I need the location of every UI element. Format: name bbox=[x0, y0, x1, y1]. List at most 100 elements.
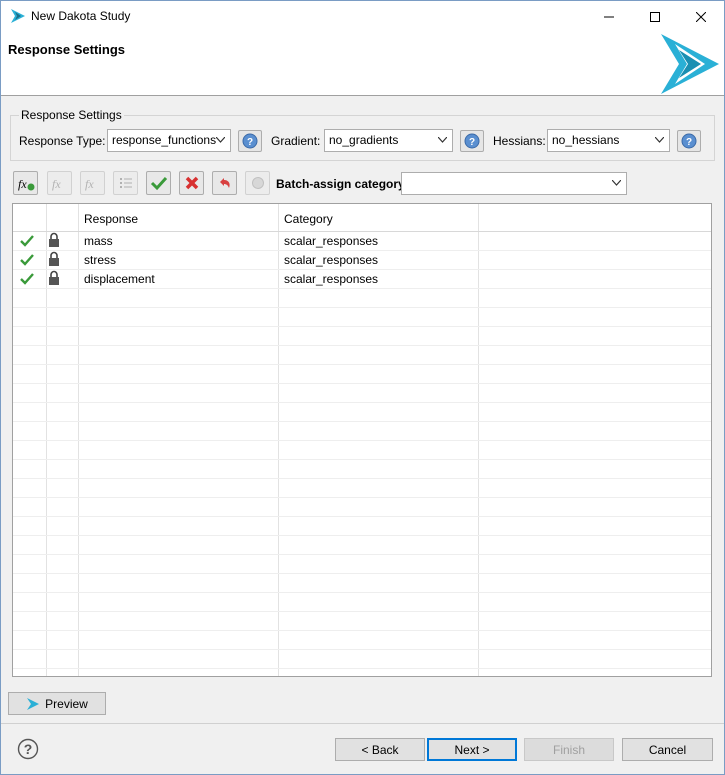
column-header-category[interactable]: Category bbox=[284, 212, 333, 226]
chevron-down-icon bbox=[655, 137, 664, 143]
checkmark-icon[interactable] bbox=[19, 272, 35, 286]
maximize-icon bbox=[650, 11, 660, 22]
svg-text:?: ? bbox=[686, 137, 692, 148]
response-name: mass bbox=[84, 234, 113, 248]
chevron-down-icon bbox=[438, 137, 447, 143]
row-gridline bbox=[13, 364, 711, 365]
row-gridline bbox=[13, 440, 711, 441]
close-button[interactable] bbox=[678, 1, 724, 32]
response-category: scalar_responses bbox=[284, 234, 379, 248]
response-type-select[interactable]: response_functions bbox=[107, 129, 231, 152]
responses-table: Response Category mass scalar_responses … bbox=[12, 203, 712, 677]
row-gridline bbox=[13, 592, 711, 593]
help-icon[interactable]: ? bbox=[17, 738, 39, 760]
dakota-logo bbox=[661, 34, 719, 94]
help-icon: ? bbox=[242, 133, 258, 149]
enable-all-button[interactable] bbox=[146, 171, 171, 195]
lock-icon bbox=[49, 232, 59, 247]
minimize-icon bbox=[604, 16, 614, 17]
list-button[interactable] bbox=[113, 171, 138, 195]
add-response-button[interactable]: fx bbox=[13, 171, 38, 195]
row-gridline bbox=[13, 554, 711, 555]
checkmark-icon[interactable] bbox=[19, 253, 35, 267]
row-gridline bbox=[13, 459, 711, 460]
response-type-value: response_functions bbox=[112, 133, 217, 147]
delete-button[interactable] bbox=[179, 171, 204, 195]
dakota-app-icon bbox=[11, 9, 25, 23]
window-title: New Dakota Study bbox=[31, 9, 131, 23]
response-name: stress bbox=[84, 253, 117, 267]
undo-icon bbox=[219, 178, 230, 188]
row-gridline bbox=[13, 383, 711, 384]
dialog-window: New Dakota Study Response Settings Respo… bbox=[0, 0, 725, 775]
hessians-help-button[interactable]: ? bbox=[677, 130, 701, 152]
gradient-value: no_gradients bbox=[329, 133, 399, 147]
response-type-label: Response Type: bbox=[19, 134, 106, 148]
row-gridline bbox=[13, 250, 711, 251]
row-gridline bbox=[13, 345, 711, 346]
row-gridline bbox=[13, 269, 711, 270]
svg-text:?: ? bbox=[247, 137, 253, 148]
svg-text:fx: fx bbox=[52, 177, 61, 191]
lock-icon bbox=[49, 270, 59, 285]
refresh-button[interactable] bbox=[245, 171, 270, 195]
title-bar: New Dakota Study bbox=[1, 1, 724, 32]
row-gridline bbox=[13, 288, 711, 289]
edit-response-button[interactable]: fx bbox=[47, 171, 72, 195]
undo-button[interactable] bbox=[212, 171, 237, 195]
finish-label: Finish bbox=[552, 742, 585, 757]
response-category: scalar_responses bbox=[284, 272, 379, 286]
svg-text:fx: fx bbox=[85, 177, 94, 191]
header-banner: Response Settings bbox=[1, 32, 724, 96]
hessians-label: Hessians: bbox=[493, 134, 546, 148]
response-name: displacement bbox=[84, 272, 155, 286]
maximize-button[interactable] bbox=[632, 1, 678, 32]
gradient-help-button[interactable]: ? bbox=[460, 130, 484, 152]
chevron-down-icon bbox=[612, 180, 621, 186]
response-category: scalar_responses bbox=[284, 253, 379, 267]
row-gridline bbox=[13, 668, 711, 669]
dakota-preview-icon bbox=[27, 697, 40, 710]
row-gridline bbox=[13, 649, 711, 650]
function-edit-icon: fx bbox=[52, 177, 61, 191]
checkmark-icon bbox=[150, 176, 167, 191]
preview-label: Preview bbox=[45, 696, 88, 711]
page-title: Response Settings bbox=[8, 42, 126, 57]
hessians-select[interactable]: no_hessians bbox=[547, 129, 670, 152]
next-button[interactable]: Next > bbox=[427, 738, 517, 761]
list-icon bbox=[119, 178, 132, 188]
row-gridline bbox=[13, 497, 711, 498]
svg-text:fx: fx bbox=[18, 177, 27, 191]
row-gridline bbox=[13, 535, 711, 536]
chevron-down-icon bbox=[216, 137, 225, 143]
row-gridline bbox=[13, 573, 711, 574]
row-gridline bbox=[13, 307, 711, 308]
remove-response-button[interactable]: fx bbox=[80, 171, 105, 195]
row-gridline bbox=[13, 326, 711, 327]
function-remove-icon: fx bbox=[85, 177, 94, 191]
preview-button[interactable]: Preview bbox=[8, 692, 106, 715]
row-gridline bbox=[13, 516, 711, 517]
svg-text:?: ? bbox=[469, 137, 475, 148]
row-gridline bbox=[13, 402, 711, 403]
checkmark-icon[interactable] bbox=[19, 234, 35, 248]
response-type-help-button[interactable]: ? bbox=[238, 130, 262, 152]
circle-icon bbox=[251, 177, 264, 189]
lock-icon bbox=[49, 251, 59, 266]
column-header-response[interactable]: Response bbox=[84, 212, 138, 226]
batch-assign-select[interactable] bbox=[401, 172, 627, 195]
function-add-icon: fx bbox=[18, 177, 34, 191]
batch-assign-label: Batch-assign category: bbox=[276, 177, 409, 191]
finish-button[interactable]: Finish bbox=[524, 738, 614, 761]
delete-x-icon bbox=[185, 176, 198, 190]
row-gridline bbox=[13, 421, 711, 422]
back-button[interactable]: < Back bbox=[335, 738, 425, 761]
minimize-button[interactable] bbox=[586, 1, 632, 32]
cancel-button[interactable]: Cancel bbox=[622, 738, 713, 761]
row-gridline bbox=[13, 630, 711, 631]
cancel-label: Cancel bbox=[648, 742, 687, 757]
gradient-label: Gradient: bbox=[271, 134, 321, 148]
gradient-select[interactable]: no_gradients bbox=[324, 129, 453, 152]
close-icon bbox=[696, 11, 706, 22]
row-gridline bbox=[13, 611, 711, 612]
